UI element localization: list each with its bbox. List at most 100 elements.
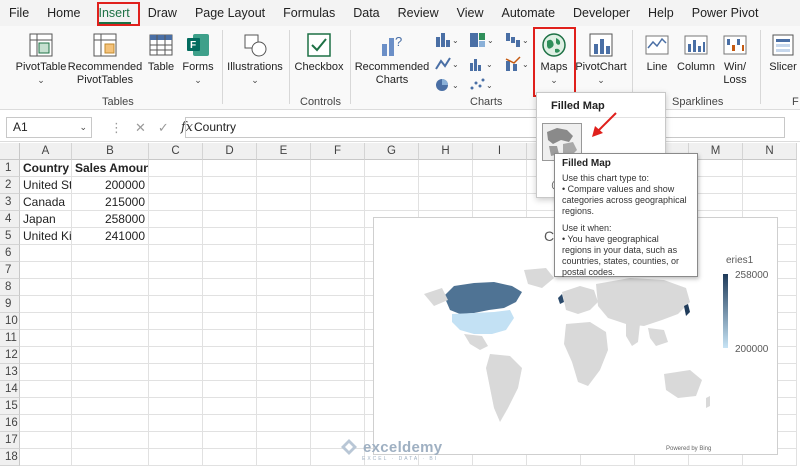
slicer-button[interactable]: Slicer (766, 32, 800, 74)
row-header-1[interactable]: 1 (0, 160, 20, 177)
row-header-17[interactable]: 17 (0, 432, 20, 449)
cell[interactable] (311, 279, 365, 296)
cell[interactable] (203, 228, 257, 245)
cell[interactable] (72, 262, 149, 279)
cell[interactable] (72, 313, 149, 330)
cell[interactable] (257, 194, 311, 211)
illustrations-button[interactable]: Illustrations ⌄ (226, 32, 284, 87)
row-header-4[interactable]: 4 (0, 211, 20, 228)
menu-home[interactable]: Home (38, 0, 89, 26)
cell[interactable] (20, 398, 72, 415)
cell[interactable] (743, 160, 797, 177)
cell[interactable]: Canada (20, 194, 72, 211)
cell[interactable] (72, 279, 149, 296)
cell[interactable] (203, 347, 257, 364)
cell[interactable] (20, 279, 72, 296)
column-header-n[interactable]: N (743, 143, 797, 160)
cell[interactable] (419, 194, 473, 211)
cell[interactable] (20, 347, 72, 364)
checkbox-button[interactable]: Checkbox (294, 32, 344, 74)
cell[interactable] (149, 347, 203, 364)
more-options-icon[interactable]: ⋮ (110, 120, 123, 136)
menu-developer[interactable]: Developer (564, 0, 639, 26)
cell[interactable] (203, 177, 257, 194)
cell[interactable] (149, 432, 203, 449)
cell[interactable] (72, 347, 149, 364)
cancel-icon[interactable]: ✕ (135, 120, 146, 136)
cell[interactable]: 200000 (72, 177, 149, 194)
cell[interactable] (149, 228, 203, 245)
cell[interactable] (20, 449, 72, 466)
column-header-c[interactable]: C (149, 143, 203, 160)
row-header-8[interactable]: 8 (0, 279, 20, 296)
cell[interactable] (257, 262, 311, 279)
cell[interactable] (257, 398, 311, 415)
row-header-18[interactable]: 18 (0, 449, 20, 466)
column-header-h[interactable]: H (419, 143, 473, 160)
cell[interactable] (20, 432, 72, 449)
column-chart-small-button[interactable]: ⌄ (434, 31, 460, 51)
cell[interactable] (257, 381, 311, 398)
cell[interactable]: United Kingdom (20, 228, 72, 245)
row-header-2[interactable]: 2 (0, 177, 20, 194)
menu-power-pivot[interactable]: Power Pivot (683, 0, 768, 26)
column-header-a[interactable]: A (20, 143, 72, 160)
cell[interactable]: 215000 (72, 194, 149, 211)
row-header-10[interactable]: 10 (0, 313, 20, 330)
cell[interactable] (311, 415, 365, 432)
cell[interactable] (72, 296, 149, 313)
menu-view[interactable]: View (448, 0, 493, 26)
cell[interactable] (20, 262, 72, 279)
cell[interactable] (203, 398, 257, 415)
cell[interactable] (365, 194, 419, 211)
cell[interactable] (311, 228, 365, 245)
cell[interactable] (203, 415, 257, 432)
column-header-d[interactable]: D (203, 143, 257, 160)
cell[interactable] (203, 211, 257, 228)
cell[interactable] (149, 262, 203, 279)
row-header-11[interactable]: 11 (0, 330, 20, 347)
table-button[interactable]: Table (144, 32, 178, 74)
menu-review[interactable]: Review (389, 0, 448, 26)
cell[interactable]: Sales Amount (72, 160, 149, 177)
cell[interactable] (149, 330, 203, 347)
cell[interactable] (20, 313, 72, 330)
cell[interactable] (311, 347, 365, 364)
cell[interactable] (149, 160, 203, 177)
menu-draw[interactable]: Draw (139, 0, 186, 26)
cell[interactable] (149, 415, 203, 432)
statistic-chart-small-button[interactable]: ⌄ (468, 55, 494, 75)
cell[interactable] (149, 398, 203, 415)
cell[interactable]: Country (20, 160, 72, 177)
menu-page-layout[interactable]: Page Layout (186, 0, 274, 26)
cell[interactable]: Japan (20, 211, 72, 228)
row-header-7[interactable]: 7 (0, 262, 20, 279)
row-header-14[interactable]: 14 (0, 381, 20, 398)
cell[interactable] (257, 432, 311, 449)
recommended-charts-button[interactable]: ? Recommended Charts (354, 32, 430, 87)
row-header-15[interactable]: 15 (0, 398, 20, 415)
cell[interactable] (311, 160, 365, 177)
cell[interactable] (257, 279, 311, 296)
cell[interactable] (365, 160, 419, 177)
cell[interactable] (311, 330, 365, 347)
column-header-i[interactable]: I (473, 143, 527, 160)
cell[interactable] (473, 177, 527, 194)
name-box[interactable]: A1 ⌄ (6, 117, 92, 138)
cell[interactable] (365, 177, 419, 194)
menu-formulas[interactable]: Formulas (274, 0, 344, 26)
cell[interactable] (257, 449, 311, 466)
cell[interactable] (257, 296, 311, 313)
cell[interactable] (203, 313, 257, 330)
cell[interactable] (311, 211, 365, 228)
forms-button[interactable]: F Forms ⌄ (180, 32, 216, 87)
cell[interactable] (419, 177, 473, 194)
cell[interactable] (20, 381, 72, 398)
cell[interactable] (203, 449, 257, 466)
cell[interactable] (257, 245, 311, 262)
sparkline-line-button[interactable]: Line (640, 32, 674, 74)
recommended-pivottables-button[interactable]: Recommended PivotTables (68, 32, 142, 87)
cell[interactable] (20, 364, 72, 381)
enter-icon[interactable]: ✓ (158, 120, 169, 136)
cell[interactable] (311, 398, 365, 415)
